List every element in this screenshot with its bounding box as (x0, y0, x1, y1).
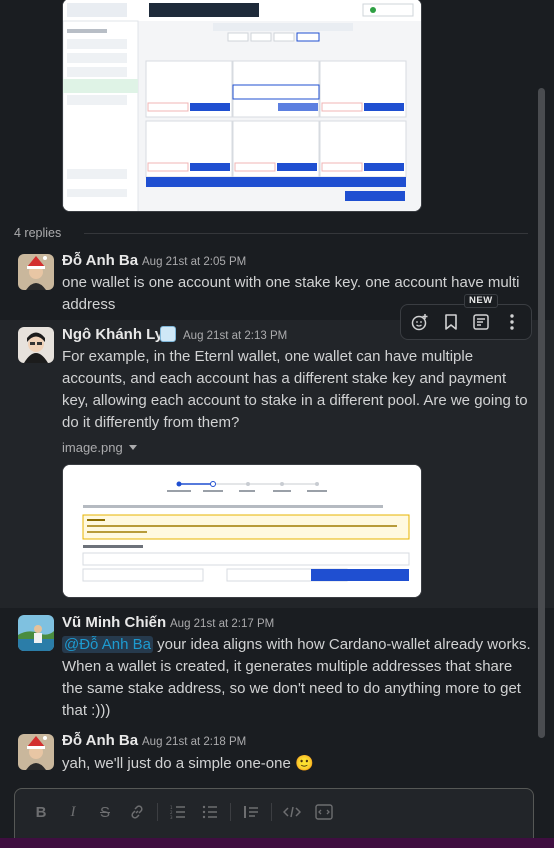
message-text: yah, we'll just do a simple one-one 🙂 (62, 752, 534, 775)
formatting-toolbar: B I S 123 (25, 799, 340, 825)
bulleted-list-icon[interactable] (194, 799, 226, 825)
avatar[interactable] (18, 734, 54, 770)
avatar-image (18, 327, 54, 363)
link-icon[interactable] (121, 799, 153, 825)
ordered-list-icon[interactable]: 123 (162, 799, 194, 825)
window-bottom-edge (0, 838, 554, 848)
message-actions-toolbar (400, 304, 532, 340)
reply-count: 4 replies (14, 226, 62, 240)
bold-icon[interactable]: B (25, 799, 57, 825)
author-name[interactable]: Ngô Khánh Ly (62, 326, 163, 343)
strikethrough-icon[interactable]: S (89, 799, 121, 825)
author-name[interactable]: Vũ Minh Chiến (62, 614, 166, 631)
author-name[interactable]: Đỗ Anh Ba (62, 732, 138, 749)
timestamp[interactable]: Aug 21st at 2:18 PM (142, 736, 246, 748)
add-reaction-icon[interactable] (406, 308, 434, 336)
wallet-screenshot-image (63, 0, 421, 211)
toolbar-separator (271, 803, 272, 821)
timestamp[interactable]: Aug 21st at 2:17 PM (170, 618, 274, 630)
bookmark-icon[interactable] (437, 308, 465, 336)
new-badge: NEW (464, 294, 498, 308)
blockquote-icon[interactable] (235, 799, 267, 825)
code-block-icon[interactable] (308, 799, 340, 825)
author-name[interactable]: Đỗ Anh Ba (62, 252, 138, 269)
replies-divider: 4 replies (14, 224, 528, 244)
timestamp[interactable]: Aug 21st at 2:13 PM (183, 330, 287, 342)
italic-icon[interactable]: I (57, 799, 89, 825)
scrollbar-thumb[interactable] (538, 88, 545, 738)
user-mention[interactable]: @Đỗ Anh Ba (62, 636, 153, 653)
reply-thread-icon[interactable] (467, 308, 495, 336)
divider-line (84, 233, 528, 234)
message-4[interactable]: Đỗ Anh Ba Aug 21st at 2:18 PM yah, we'll… (0, 730, 554, 778)
code-icon[interactable] (276, 799, 308, 825)
chevron-down-icon[interactable] (128, 444, 137, 451)
message-text: @Đỗ Anh Ba your idea aligns with how Car… (62, 634, 534, 722)
image-attachment[interactable] (62, 464, 422, 598)
svg-text:3: 3 (170, 815, 173, 819)
status-emoji-icon (160, 326, 176, 342)
toolbar-separator (157, 803, 158, 821)
message-text: For example, in the Eternl wallet, one w… (62, 348, 528, 431)
slightly-smiling-emoji[interactable]: 🙂 (295, 754, 314, 772)
attachment-header[interactable]: image.png (62, 440, 137, 455)
toolbar-separator (230, 803, 231, 821)
wallet-screenshot-attachment[interactable] (62, 0, 422, 212)
slack-thread-view: 4 replies Đỗ Anh Ba Aug 21st at 2:05 PM … (0, 0, 554, 848)
avatar-image (18, 254, 54, 290)
avatar[interactable] (18, 615, 54, 651)
avatar[interactable] (18, 254, 54, 290)
avatar[interactable] (18, 327, 54, 363)
message-text-body: yah, we'll just do a simple one-one (62, 755, 291, 772)
attachment-image (63, 465, 421, 597)
timestamp[interactable]: Aug 21st at 2:05 PM (142, 256, 246, 268)
avatar-image (18, 615, 54, 651)
message-3[interactable]: Vũ Minh Chiến Aug 21st at 2:17 PM @Đỗ An… (0, 612, 554, 724)
more-actions-icon[interactable] (498, 308, 526, 336)
attachment-filename[interactable]: image.png (62, 440, 123, 455)
avatar-image (18, 734, 54, 770)
